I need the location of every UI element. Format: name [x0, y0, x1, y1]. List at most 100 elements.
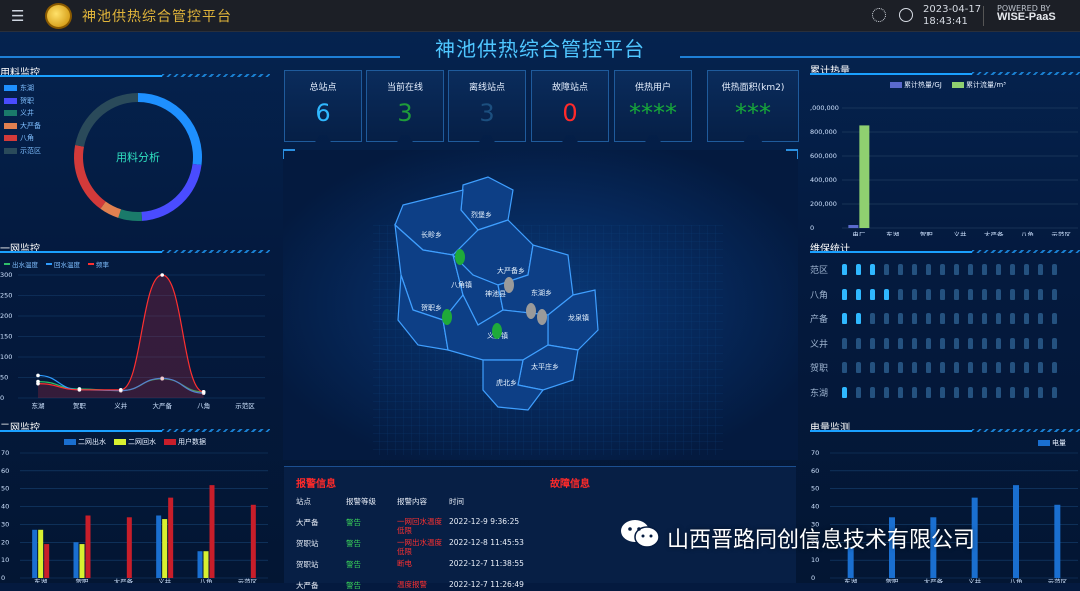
maintenance-pictogram	[982, 264, 987, 275]
stat-card[interactable]: 当前在线 3	[366, 70, 444, 142]
donut-slice	[75, 93, 138, 147]
legend-item[interactable]: 八角	[4, 133, 34, 143]
stat-card[interactable]: 离线站点 3	[448, 70, 526, 142]
y-tick-label: 150	[0, 333, 12, 341]
maintenance-pictogram	[940, 337, 945, 349]
data-point	[201, 390, 206, 394]
maintenance-pictogram	[856, 313, 861, 324]
maintenance-pictogram	[842, 386, 847, 398]
power-bar-chart: 010203040506070东湖 贺职 大严备 义井 八角 示范区电量	[811, 438, 1078, 583]
bar	[85, 515, 91, 578]
maintenance-pictogram	[1052, 386, 1057, 398]
app-logo	[45, 3, 72, 29]
bar	[162, 519, 168, 578]
maintenance-pictogram	[996, 386, 1001, 398]
marker-offline[interactable]	[526, 303, 536, 319]
alarm-site: 贺职站	[296, 560, 319, 569]
y-tick-label: 40	[811, 503, 819, 511]
maintenance-pictogram	[940, 362, 945, 373]
maintenance-row-label: 产备	[810, 315, 829, 325]
legend-swatch	[952, 82, 964, 88]
x-tick-label: 大严备	[152, 401, 172, 410]
legend-label: 大严备	[20, 121, 41, 130]
maintenance-pictogram	[870, 337, 875, 349]
legend-item[interactable]: 示范区	[4, 146, 41, 156]
maintenance-pictogram	[1010, 264, 1015, 275]
alarm-content: 温度报警	[397, 580, 427, 589]
y-tick-label: 200,000	[810, 200, 837, 208]
time-display: 18:43:41	[923, 16, 968, 27]
stat-card[interactable]: 供热面积(km2) ***	[707, 70, 799, 142]
legend-label: 二网回水	[128, 437, 156, 446]
marker-offline[interactable]	[537, 309, 547, 325]
y-tick-label: 40	[1, 503, 9, 511]
maintenance-pictogram	[912, 313, 917, 324]
wechat-icon	[621, 520, 660, 548]
marker-offline[interactable]	[504, 277, 514, 293]
maintenance-pictogram	[982, 362, 987, 373]
legend-swatch	[4, 97, 17, 104]
marker-online[interactable]	[442, 309, 452, 325]
maintenance-pictogram	[912, 264, 917, 275]
maintenance-pictogram	[982, 313, 987, 324]
bar	[79, 544, 85, 578]
y-tick-label: ,000,000	[810, 104, 839, 112]
maintenance-pictogram	[842, 264, 847, 275]
alarm-header-site: 站点	[296, 497, 311, 506]
bar	[168, 497, 174, 578]
maintenance-pictogram	[1010, 337, 1015, 349]
data-point	[36, 381, 40, 386]
stat-label: 故障站点	[551, 83, 588, 93]
maintenance-pictogram	[940, 264, 945, 275]
map-corner	[786, 149, 798, 159]
x-tick-label: 示范区	[235, 401, 255, 410]
maintenance-pictogram	[898, 313, 903, 324]
maintenance-pictogram	[1038, 313, 1043, 324]
y-tick-label: 60	[811, 467, 819, 475]
legend-label: 义井	[20, 109, 34, 117]
maintenance-pictogram	[1024, 313, 1029, 324]
maintenance-pictogram	[1024, 386, 1029, 398]
maintenance-pictogram	[856, 362, 861, 373]
bar	[848, 225, 859, 228]
legend-swatch	[164, 439, 176, 445]
maintenance-pictogram	[996, 288, 1001, 300]
maintenance-pictogram	[842, 362, 847, 373]
stat-card[interactable]: 总站点 6	[284, 70, 362, 142]
legend-item[interactable]: 大严备	[4, 121, 41, 131]
menu-icon[interactable]: ☰	[11, 7, 24, 25]
maintenance-pictogram	[912, 362, 917, 373]
maintenance-pictogram	[982, 288, 987, 300]
region-label: 八角镇	[451, 280, 472, 289]
alarm-time: 2022-12-7 11:26:49	[449, 580, 524, 589]
maintenance-pictogram	[884, 386, 889, 398]
maintenance-pictogram	[968, 362, 973, 373]
legend-label: 贺职	[20, 96, 34, 105]
y-tick-label: 70	[811, 449, 819, 457]
stat-card[interactable]: 供热用户 ****	[614, 70, 692, 142]
user-icon[interactable]	[899, 8, 913, 22]
maintenance-pictogram	[982, 386, 987, 398]
x-tick-label: 大严备	[984, 230, 1004, 236]
marker-online[interactable]	[455, 249, 465, 265]
maintenance-pictogram	[926, 264, 931, 275]
marker-online[interactable]	[492, 323, 502, 339]
x-tick-label: 东湖	[886, 230, 900, 236]
maintenance-pictogram	[898, 337, 903, 349]
data-point	[119, 388, 123, 392]
maintenance-pictogram	[1010, 386, 1015, 398]
legend-item[interactable]: 东湖	[4, 83, 34, 93]
primary-line-chart: 出水温度 回水温度 频率 0 50 100 150 200 250 300 东湖 贺职 义井 大严备 八角 示…	[0, 260, 265, 410]
maintenance-pictogram	[898, 264, 903, 275]
stat-card[interactable]: 故障站点 0	[531, 70, 609, 142]
region-label: 大严备乡	[497, 266, 525, 275]
legend-label: 频率	[96, 260, 110, 269]
y-tick-label: 50	[811, 485, 819, 493]
legend-swatch	[4, 110, 17, 116]
maintenance-pictogram	[1024, 337, 1029, 349]
settings-icon[interactable]	[872, 8, 886, 22]
legend-item[interactable]: 义井	[4, 108, 34, 118]
stat-label: 总站点	[309, 83, 337, 93]
legend-item[interactable]: 贺职	[4, 96, 34, 106]
y-tick-label: 0	[0, 394, 4, 402]
